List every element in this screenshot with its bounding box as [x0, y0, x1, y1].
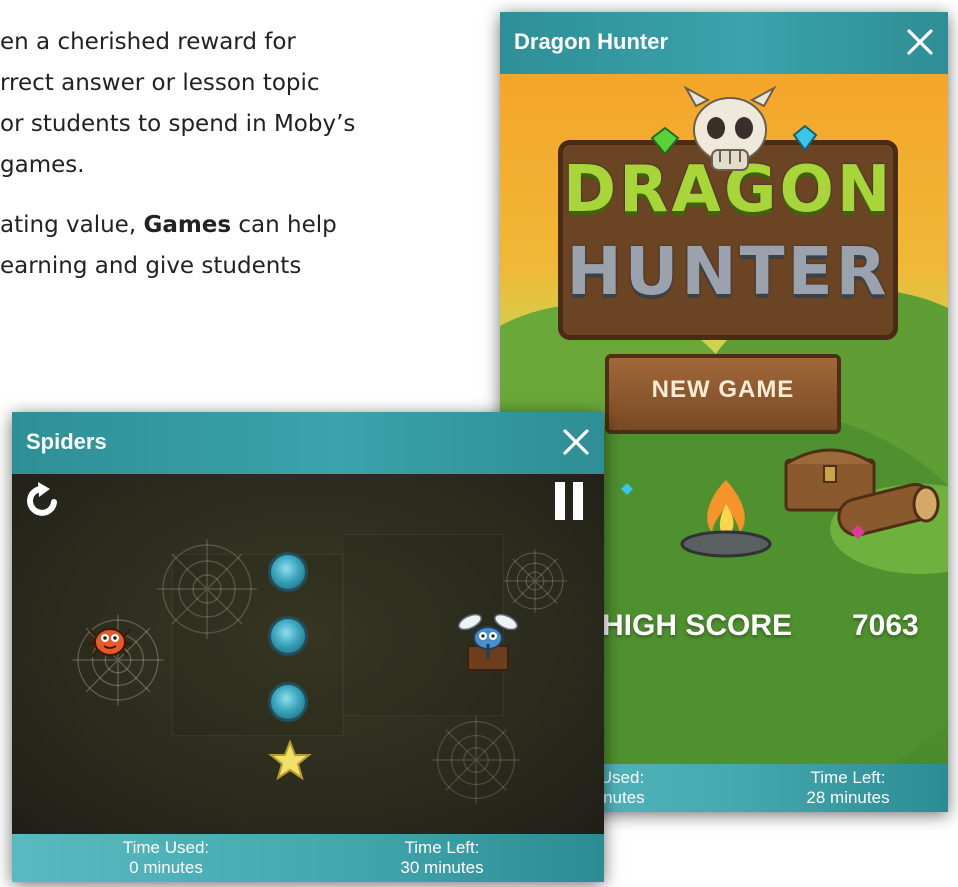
article-line: en a cherished reward for [0, 29, 296, 55]
star-icon[interactable] [268, 740, 312, 782]
dragon-skull-icon [683, 85, 777, 171]
green-gem-icon [650, 126, 680, 156]
spiders-window: Spiders Time Used: 0 minutes Time Left: … [12, 412, 604, 882]
article-paragraph-1: en a cherished reward for rrect answer o… [0, 22, 470, 186]
high-score-label: HIGH SCORE [602, 609, 793, 642]
time-left-cell: Time Left: 28 minutes [778, 768, 918, 808]
article-paragraph-2: ating value, Games can help earning and … [0, 205, 470, 287]
log-icon [837, 483, 940, 537]
background-article: en a cherished reward for rrect answer o… [0, 22, 470, 306]
stepping-stone[interactable] [268, 682, 308, 722]
time-left-value: 30 minutes [400, 858, 484, 877]
stepping-stone[interactable] [268, 616, 308, 656]
cobweb-icon [503, 549, 567, 613]
spiders-game-board[interactable] [12, 474, 604, 834]
high-score-display: HIGH SCORE 7063 [602, 609, 942, 643]
window-title: Spiders [26, 429, 107, 454]
dragon-hunter-titlebar: Dragon Hunter [500, 12, 948, 74]
restart-icon[interactable] [24, 480, 64, 520]
spiders-time-footer: Time Used: 0 minutes Time Left: 30 minut… [12, 834, 604, 882]
pink-gem-icon [851, 525, 865, 539]
article-line: or students to spend in Moby’s [0, 111, 356, 137]
stepping-stone[interactable] [268, 552, 308, 592]
blue-gem-icon [792, 124, 818, 152]
time-used-value: 0 minutes [129, 858, 203, 877]
time-used-cell: Time Used: 0 minutes [96, 838, 236, 878]
time-left-cell: Time Left: 30 minutes [372, 838, 512, 878]
time-left-label: Time Left: [404, 838, 480, 857]
article-line: ating value, Games can help [0, 205, 470, 246]
article-line: rrect answer or lesson topic [0, 70, 320, 96]
blue-gem-icon [621, 483, 633, 495]
cobweb-icon [157, 539, 257, 639]
time-left-label: Time Left: [810, 768, 886, 787]
time-left-value: 28 minutes [806, 788, 890, 807]
close-icon[interactable] [904, 26, 936, 58]
cobweb-icon [432, 716, 520, 804]
window-title: Dragon Hunter [514, 29, 668, 54]
campfire-icon [680, 480, 772, 558]
logo-text-hunter: HUNTER [566, 233, 890, 310]
new-game-button[interactable]: NEW GAME [605, 354, 841, 434]
time-used-label: Time Used: [122, 838, 210, 857]
article-line: games. [0, 152, 85, 178]
spiders-titlebar: Spiders [12, 412, 604, 474]
article-text: can help [231, 212, 337, 238]
pause-icon[interactable] [552, 480, 586, 522]
fly-icon[interactable] [452, 610, 524, 674]
spider-icon[interactable] [88, 620, 132, 660]
article-text: ating value, [0, 212, 144, 238]
high-score-value: 7063 [852, 609, 919, 642]
article-line: earning and give students [0, 253, 302, 279]
close-icon[interactable] [560, 426, 592, 458]
games-bold-text: Games [143, 212, 232, 238]
